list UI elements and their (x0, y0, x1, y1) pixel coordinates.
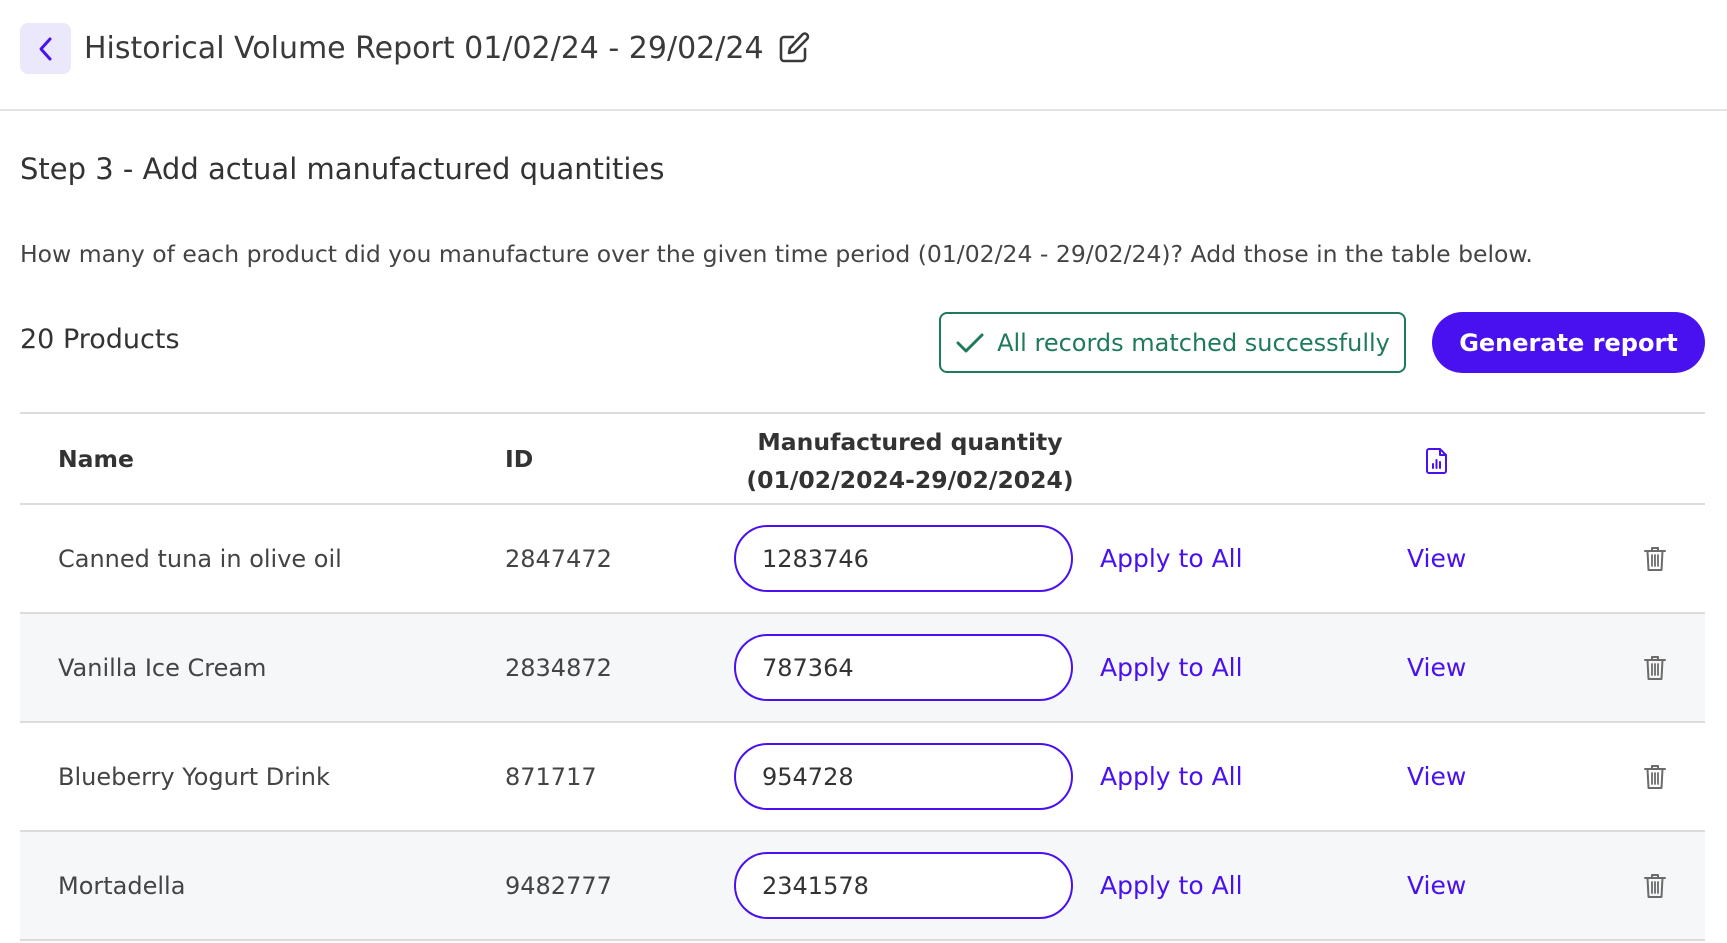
view-link[interactable]: View (1407, 723, 1466, 830)
product-name: Vanilla Ice Cream (58, 653, 267, 682)
table-row: Canned tuna in olive oil 2847472 Apply t… (20, 505, 1705, 614)
generate-report-button[interactable]: Generate report (1432, 312, 1705, 373)
table-header: Name ID Manufactured quantity (01/02/202… (20, 412, 1705, 505)
trash-icon (1644, 547, 1666, 571)
delete-row-button[interactable] (1640, 653, 1670, 683)
product-count: 20 Products (20, 324, 180, 355)
product-id: 2847472 (505, 544, 612, 573)
view-link[interactable]: View (1407, 614, 1466, 721)
table-row: Vanilla Ice Cream 2834872 Apply to All V… (20, 614, 1705, 723)
quantity-input[interactable] (734, 525, 1073, 592)
status-badge-text: All records matched successfully (997, 328, 1390, 357)
view-link[interactable]: View (1407, 832, 1466, 939)
delete-row-button[interactable] (1640, 762, 1670, 792)
trash-icon (1644, 765, 1666, 789)
products-table: Name ID Manufactured quantity (01/02/202… (20, 412, 1705, 941)
quantity-input[interactable] (734, 743, 1073, 810)
page-title-text: Historical Volume Report 01/02/24 - 29/0… (84, 30, 764, 66)
apply-to-all-link[interactable]: Apply to All (1100, 614, 1243, 721)
quantity-input[interactable] (734, 634, 1073, 701)
back-button[interactable] (20, 23, 71, 74)
column-header-quantity-title: Manufactured quantity (757, 428, 1063, 456)
chevron-left-icon (39, 37, 51, 60)
edit-title-button[interactable] (776, 30, 812, 66)
column-header-report (1425, 447, 1449, 481)
column-header-quantity-period: (01/02/2024-29/02/2024) (746, 466, 1074, 494)
column-header-quantity: Manufactured quantity (01/02/2024-29/02/… (685, 423, 1135, 499)
page-header: Historical Volume Report 01/02/24 - 29/0… (0, 0, 1727, 111)
edit-icon (779, 32, 809, 63)
step-title: Step 3 - Add actual manufactured quantit… (20, 152, 665, 186)
status-badge: All records matched successfully (939, 312, 1406, 373)
view-link[interactable]: View (1407, 505, 1466, 612)
step-description: How many of each product did you manufac… (20, 240, 1533, 268)
apply-to-all-link[interactable]: Apply to All (1100, 505, 1243, 612)
trash-icon (1644, 874, 1666, 898)
column-header-name: Name (58, 445, 134, 473)
product-id: 871717 (505, 762, 597, 791)
trash-icon (1644, 656, 1666, 680)
apply-to-all-link[interactable]: Apply to All (1100, 723, 1243, 830)
delete-row-button[interactable] (1640, 544, 1670, 574)
delete-row-button[interactable] (1640, 871, 1670, 901)
table-row: Blueberry Yogurt Drink 871717 Apply to A… (20, 723, 1705, 832)
apply-to-all-link[interactable]: Apply to All (1100, 832, 1243, 939)
quantity-input[interactable] (734, 852, 1073, 919)
product-id: 9482777 (505, 871, 612, 900)
product-name: Blueberry Yogurt Drink (58, 762, 330, 791)
check-icon (955, 331, 985, 355)
page-title: Historical Volume Report 01/02/24 - 29/0… (84, 24, 812, 72)
column-header-id: ID (505, 445, 534, 473)
file-chart-icon (1426, 448, 1447, 474)
product-name: Mortadella (58, 871, 186, 900)
product-name: Canned tuna in olive oil (58, 544, 342, 573)
product-id: 2834872 (505, 653, 612, 682)
table-row: Mortadella 9482777 Apply to All View (20, 832, 1705, 941)
